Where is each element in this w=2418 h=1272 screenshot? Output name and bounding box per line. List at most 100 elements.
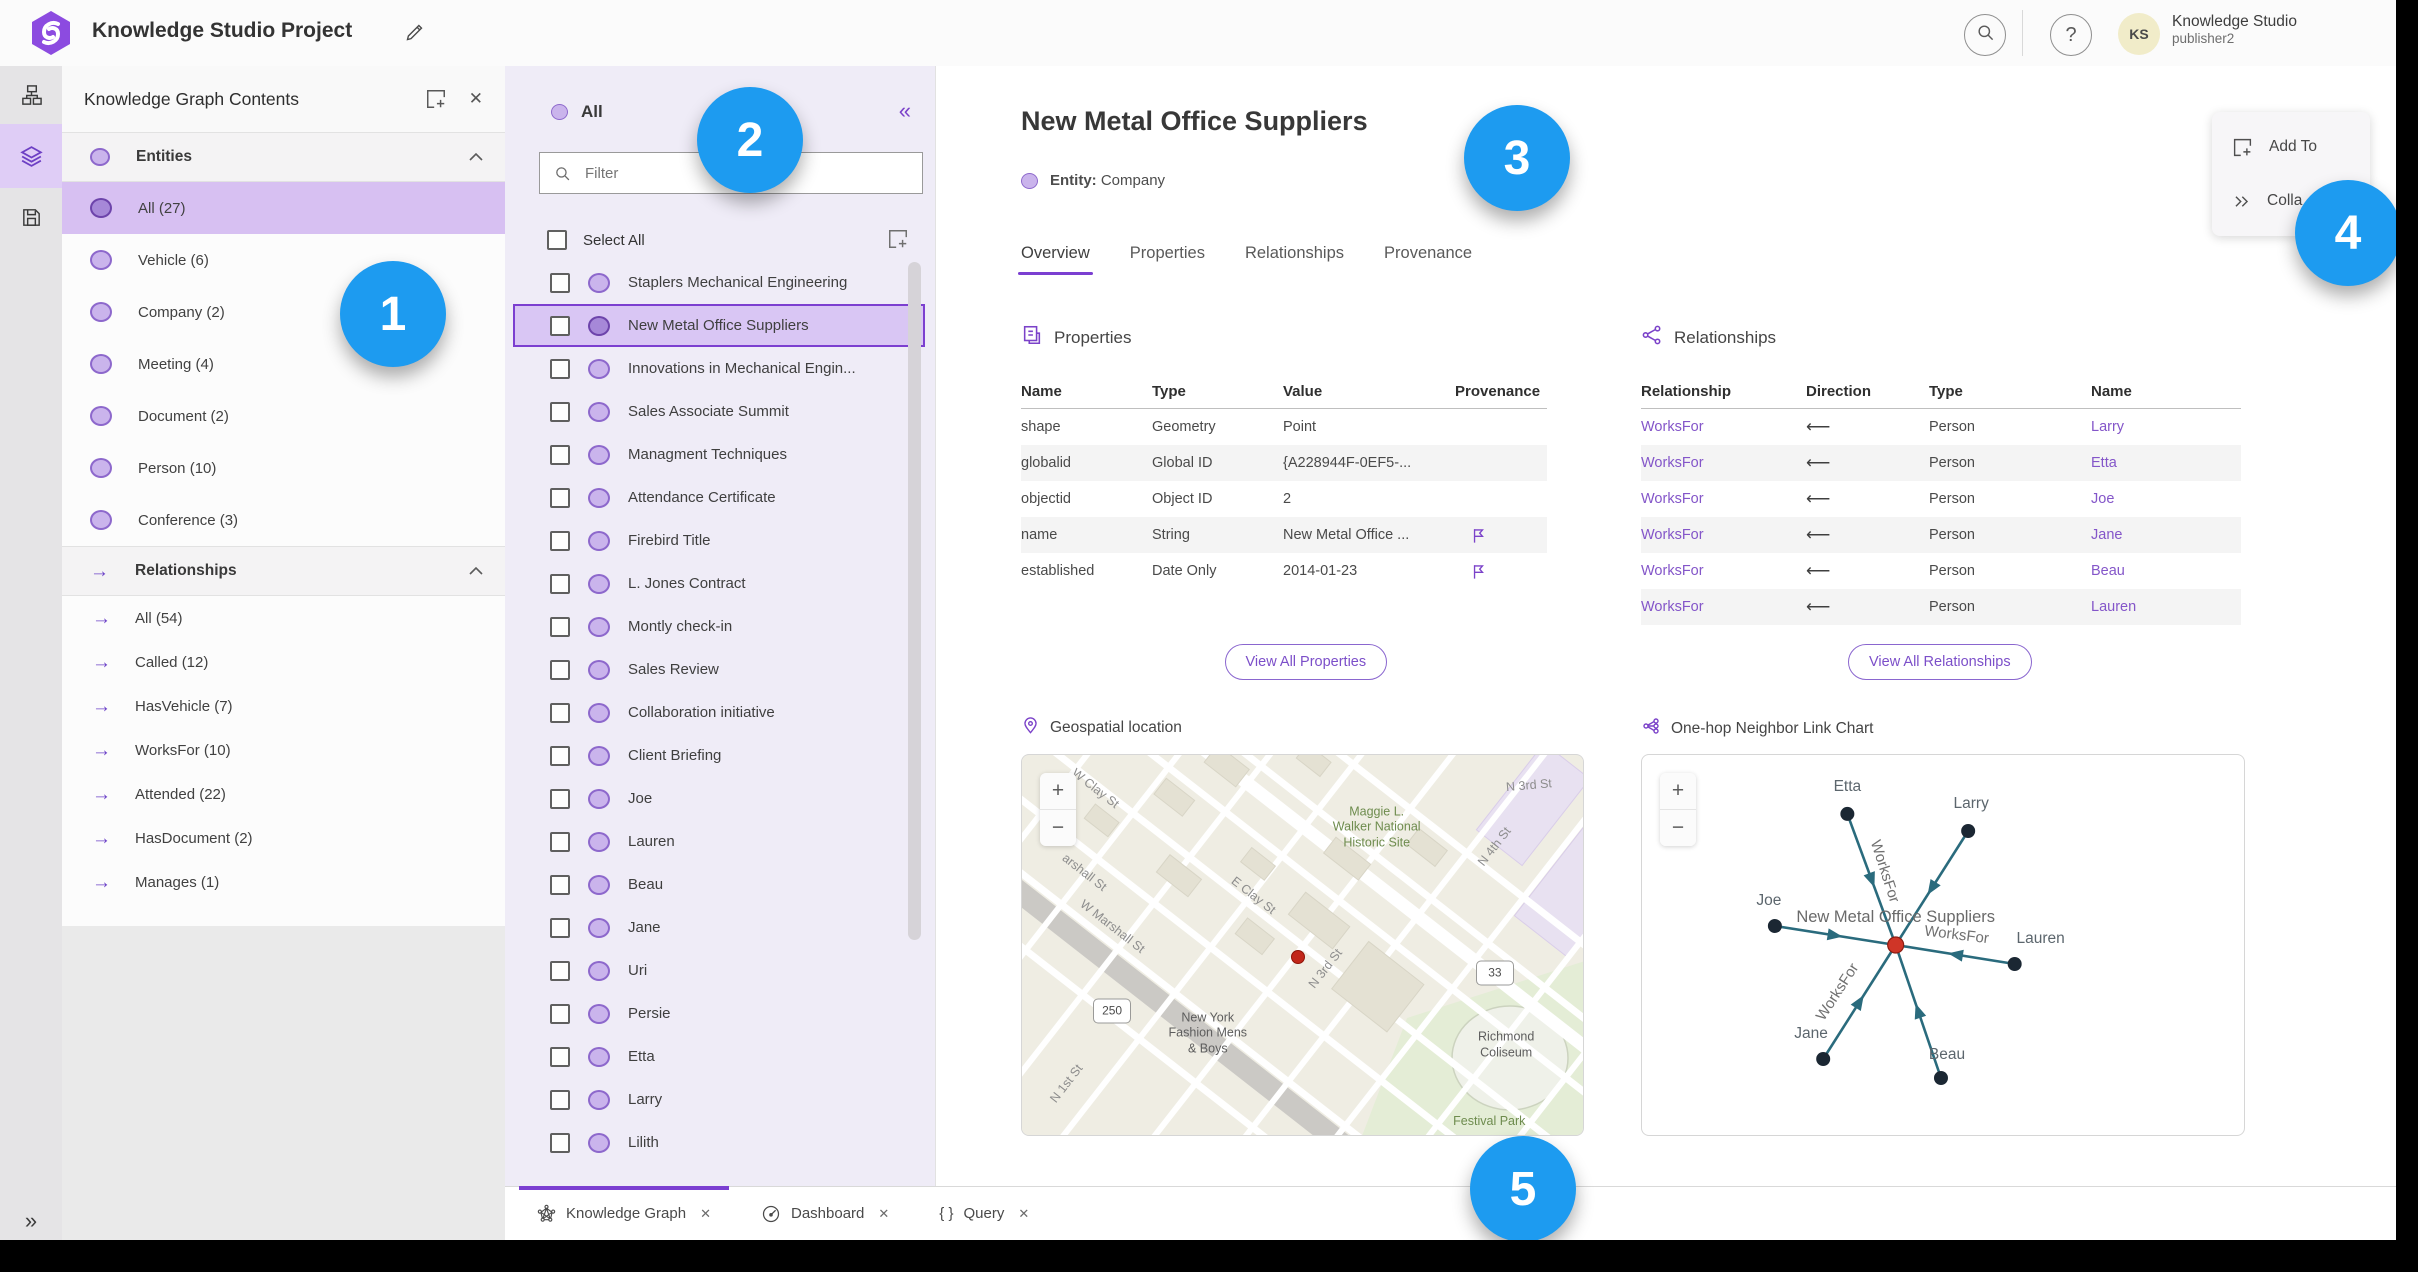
collapse-panel-icon[interactable]: « (899, 98, 911, 124)
avatar[interactable]: KS (2118, 13, 2160, 55)
item-checkbox[interactable] (550, 530, 570, 551)
relationship-link[interactable]: WorksFor (1641, 563, 1806, 579)
edit-title-icon[interactable] (404, 22, 425, 48)
sidebar-item-called[interactable]: → Called (12) (62, 640, 505, 684)
rail-item-link-chart-tool[interactable] (0, 66, 62, 124)
item-checkbox[interactable] (550, 874, 570, 895)
sidebar-item-all[interactable]: All (27) (62, 182, 505, 234)
view-all-relationships-button[interactable]: View All Relationships (1848, 644, 2032, 680)
item-checkbox[interactable] (550, 960, 570, 981)
zoom-out-button[interactable]: − (1040, 810, 1076, 846)
select-all-checkbox[interactable] (547, 230, 567, 250)
list-item[interactable]: Client Briefing (513, 734, 925, 777)
table-row[interactable]: name String New Metal Office ... (1021, 517, 1547, 553)
item-checkbox[interactable] (550, 444, 570, 465)
scrollbar[interactable] (908, 262, 921, 940)
table-row[interactable]: WorksFor ⟵ Person Lauren (1641, 589, 2241, 625)
link-chart-widget[interactable]: + − WorksFor WorksFor WorksFor Etta Larry Joe… (1641, 754, 2245, 1136)
list-item[interactable]: Etta (513, 1035, 925, 1078)
chevron-up-icon[interactable] (469, 567, 483, 575)
related-entity-link[interactable]: Lauren (2091, 599, 2241, 615)
table-row[interactable]: objectid Object ID 2 (1021, 481, 1547, 517)
sidebar-item-vehicle[interactable]: Vehicle (6) (62, 234, 505, 286)
relationship-link[interactable]: WorksFor (1641, 599, 1806, 615)
map-widget[interactable]: + − W Clay St N 3rd St Maggie L. Walker … (1021, 754, 1584, 1136)
close-tab-icon[interactable]: ✕ (878, 1206, 889, 1222)
item-checkbox[interactable] (550, 616, 570, 637)
sidebar-item-hasdocument[interactable]: → HasDocument (2) (62, 816, 505, 860)
list-item[interactable]: New Metal Office Suppliers (513, 304, 925, 347)
sidebar-item-worksfor[interactable]: → WorksFor (10) (62, 728, 505, 772)
scope-selector[interactable]: All (551, 102, 603, 122)
relationship-link[interactable]: WorksFor (1641, 455, 1806, 471)
bottom-tab-query[interactable]: { } Query ✕ (921, 1187, 1047, 1240)
item-checkbox[interactable] (550, 659, 570, 680)
list-item[interactable]: Firebird Title (513, 519, 925, 562)
related-entity-link[interactable]: Jane (2091, 527, 2241, 543)
sidebar-item-manages[interactable]: → Manages (1) (62, 860, 505, 904)
table-row[interactable]: WorksFor ⟵ Person Beau (1641, 553, 2241, 589)
item-checkbox[interactable] (550, 358, 570, 379)
tab-properties[interactable]: Properties (1130, 244, 1205, 275)
item-checkbox[interactable] (550, 315, 570, 336)
list-item[interactable]: Collaboration initiative (513, 691, 925, 734)
search-button[interactable] (1964, 14, 2006, 56)
entities-section-header[interactable]: Entities (62, 132, 505, 182)
item-checkbox[interactable] (550, 831, 570, 852)
sidebar-item-all[interactable]: → All (54) (62, 596, 505, 640)
table-row[interactable]: established Date Only 2014-01-23 (1021, 553, 1547, 589)
list-item[interactable]: Managment Techniques (513, 433, 925, 476)
select-all-row[interactable]: Select All (547, 218, 645, 262)
list-item[interactable]: L. Jones Contract (513, 562, 925, 605)
add-to-new-icon[interactable] (887, 228, 909, 250)
rail-item-save-tool[interactable] (0, 188, 62, 246)
list-item[interactable]: Lauren (513, 820, 925, 863)
table-row[interactable]: WorksFor ⟵ Person Larry (1641, 409, 2241, 445)
related-entity-link[interactable]: Beau (2091, 563, 2241, 579)
relationship-link[interactable]: WorksFor (1641, 527, 1806, 543)
user-info[interactable]: Knowledge Studio publisher2 (2172, 12, 2297, 48)
item-checkbox[interactable] (550, 917, 570, 938)
related-entity-link[interactable]: Joe (2091, 491, 2241, 507)
list-item[interactable]: Jane (513, 906, 925, 949)
add-to-new-icon[interactable] (425, 88, 447, 110)
tab-relationships[interactable]: Relationships (1245, 244, 1344, 275)
list-item[interactable]: Montly check-in (513, 605, 925, 648)
sidebar-item-attended[interactable]: → Attended (22) (62, 772, 505, 816)
provenance-flag-icon[interactable] (1455, 562, 1547, 581)
zoom-out-button[interactable]: − (1660, 810, 1696, 846)
list-item[interactable]: Beau (513, 863, 925, 906)
relationship-link[interactable]: WorksFor (1641, 419, 1806, 435)
sidebar-item-hasvehicle[interactable]: → HasVehicle (7) (62, 684, 505, 728)
bottom-tab-knowledge-graph[interactable]: Knowledge Graph ✕ (519, 1186, 729, 1240)
relationships-section-header[interactable]: → Relationships (62, 546, 505, 596)
close-panel-icon[interactable]: ✕ (469, 89, 483, 109)
item-checkbox[interactable] (550, 1003, 570, 1024)
item-checkbox[interactable] (550, 401, 570, 422)
table-row[interactable]: WorksFor ⟵ Person Jane (1641, 517, 2241, 553)
list-item[interactable]: Staplers Mechanical Engineering (513, 261, 925, 304)
view-all-properties-button[interactable]: View All Properties (1224, 644, 1388, 680)
related-entity-link[interactable]: Larry (2091, 419, 2241, 435)
item-checkbox[interactable] (550, 788, 570, 809)
list-item[interactable]: Lilith (513, 1121, 925, 1164)
list-item[interactable]: Attendance Certificate (513, 476, 925, 519)
list-item[interactable]: Larry (513, 1078, 925, 1121)
item-checkbox[interactable] (550, 272, 570, 293)
item-checkbox[interactable] (550, 1132, 570, 1153)
table-row[interactable]: WorksFor ⟵ Person Joe (1641, 481, 2241, 517)
list-item[interactable]: Sales Associate Summit (513, 390, 925, 433)
rail-item-layers-tool[interactable] (0, 124, 62, 188)
tab-overview[interactable]: Overview (1018, 244, 1093, 275)
table-row[interactable]: WorksFor ⟵ Person Etta (1641, 445, 2241, 481)
table-row[interactable]: globalid Global ID {A228944F-0EF5-... (1021, 445, 1547, 481)
relationship-link[interactable]: WorksFor (1641, 491, 1806, 507)
close-tab-icon[interactable]: ✕ (700, 1206, 711, 1222)
sidebar-item-meeting[interactable]: Meeting (4) (62, 338, 505, 390)
item-checkbox[interactable] (550, 487, 570, 508)
list-item[interactable]: Joe (513, 777, 925, 820)
sidebar-item-document[interactable]: Document (2) (62, 390, 505, 442)
expand-rail-button[interactable]: » (0, 1208, 62, 1234)
list-item[interactable]: Uri (513, 949, 925, 992)
provenance-flag-icon[interactable] (1455, 526, 1547, 545)
